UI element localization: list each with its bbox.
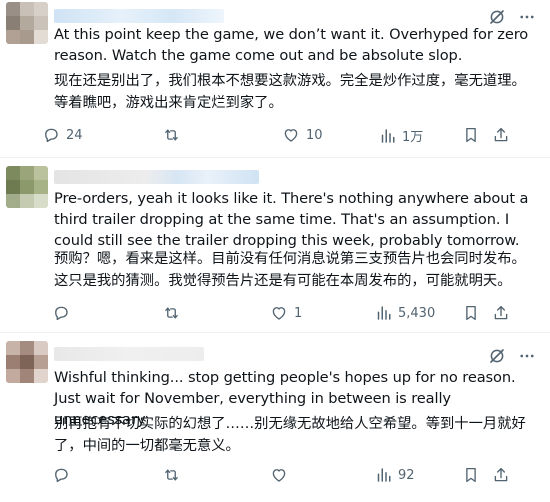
views-count: 5,430 [398,305,436,321]
tweet-text-chinese: 现在还是别出了，我们根本不想要这款游戏。完全是炒作过度，毫无道理。等着瞧吧，游戏… [54,73,526,111]
repost-button[interactable] [162,304,187,322]
share-button[interactable] [492,126,510,149]
avatar[interactable] [6,341,48,383]
views-icon [377,468,391,482]
grok-icon[interactable] [488,347,506,365]
repost-icon [165,469,178,481]
tweet-text-english: Pre-orders, yeah it looks like it. There… [54,190,529,249]
like-button[interactable]: 1 [270,304,302,322]
bookmark-icon [466,127,476,143]
repost-icon [165,307,178,319]
reply-icon [55,468,68,483]
tweet-actions: 92 [42,466,512,488]
share-icon [494,467,508,482]
bookmark-button[interactable] [462,466,480,489]
share-button[interactable] [492,304,510,327]
share-icon [494,305,508,320]
views-button[interactable]: 5,430 [374,304,435,322]
tweet[interactable]: Pre-orders, yeah it looks like it. There… [0,158,550,333]
like-icon [272,307,286,320]
views-icon [381,128,395,143]
like-button[interactable]: 10 [282,126,323,144]
username-redacted[interactable] [54,170,259,184]
tweet-text-english: At this point keep the game, we don’t wa… [54,26,529,64]
reply-button[interactable]: 24 [42,126,83,144]
tweet-text-chinese: 别再抱有不切实际的幻想了……别无缘无故地给人空希望。等到十一月就好了，中间的一切… [54,416,526,454]
views-count: 92 [398,467,415,483]
avatar[interactable] [6,166,48,208]
tweet-actions: 1 5,430 [42,304,512,326]
bookmark-button[interactable] [462,304,480,327]
bookmark-button[interactable] [462,126,480,149]
reply-icon [55,306,68,321]
like-count: 1 [294,305,303,321]
tweet[interactable]: At this point keep the game, we don’t wa… [0,0,550,158]
like-icon [284,129,298,142]
reply-icon [45,128,58,143]
views-icon [377,306,391,320]
views-count: 1万 [402,130,424,145]
tweet-actions: 24 10 1万 [42,126,512,148]
tweet-text-chinese: 预购？嗯，看来是这样。目前没有任何消息说第三支预告片也会同时发布。这只是我的猜测… [54,251,526,289]
bookmark-icon [466,467,476,483]
bookmark-icon [466,305,476,321]
avatar[interactable] [6,2,48,44]
like-icon [272,469,286,482]
repost-button[interactable] [162,466,187,484]
more-icon[interactable] [518,347,536,365]
share-icon [494,127,508,142]
views-button[interactable]: 1万 [378,126,423,145]
repost-button[interactable] [162,126,187,144]
reply-button[interactable] [52,466,76,484]
repost-icon [165,129,178,141]
reply-count: 24 [66,127,83,143]
tweet[interactable]: Wishful thinking... stop getting people'… [0,333,550,502]
username-redacted[interactable] [54,9,224,23]
username-redacted[interactable] [54,347,204,361]
like-count: 10 [306,127,323,143]
views-button[interactable]: 92 [374,466,415,484]
reply-button[interactable] [52,304,76,322]
share-button[interactable] [492,466,510,489]
like-button[interactable] [270,466,294,484]
